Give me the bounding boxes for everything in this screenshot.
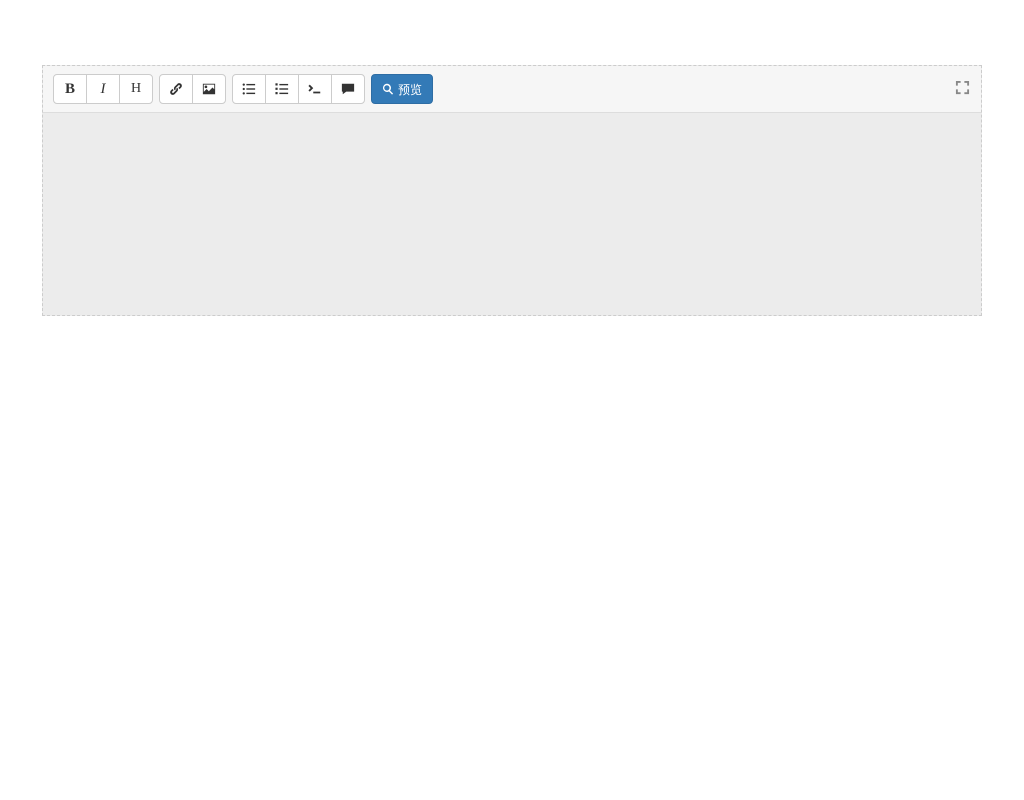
insert-group (159, 74, 226, 104)
list-code-group (232, 74, 365, 104)
markdown-editor: B I H (42, 65, 982, 316)
image-button[interactable] (192, 74, 226, 104)
search-icon (382, 83, 394, 95)
fullscreen-button[interactable] (953, 80, 971, 98)
link-icon (169, 82, 183, 96)
image-icon (202, 82, 216, 96)
comment-icon (341, 82, 355, 96)
italic-button[interactable]: I (86, 74, 120, 104)
heading-icon: H (131, 82, 141, 96)
bold-icon: B (65, 82, 75, 97)
text-format-group: B I H (53, 74, 153, 104)
list-ul-icon (242, 82, 256, 96)
preview-label: 预览 (398, 81, 422, 98)
editor-textarea[interactable] (43, 113, 981, 315)
editor-toolbar: B I H (43, 66, 981, 113)
ordered-list-button[interactable] (265, 74, 299, 104)
list-ol-icon (275, 82, 289, 96)
expand-icon (955, 80, 970, 99)
heading-button[interactable]: H (119, 74, 153, 104)
bold-button[interactable]: B (53, 74, 87, 104)
italic-icon: I (101, 82, 106, 97)
unordered-list-button[interactable] (232, 74, 266, 104)
preview-button[interactable]: 预览 (371, 74, 433, 104)
code-button[interactable] (298, 74, 332, 104)
quote-button[interactable] (331, 74, 365, 104)
link-button[interactable] (159, 74, 193, 104)
terminal-icon (308, 82, 322, 96)
